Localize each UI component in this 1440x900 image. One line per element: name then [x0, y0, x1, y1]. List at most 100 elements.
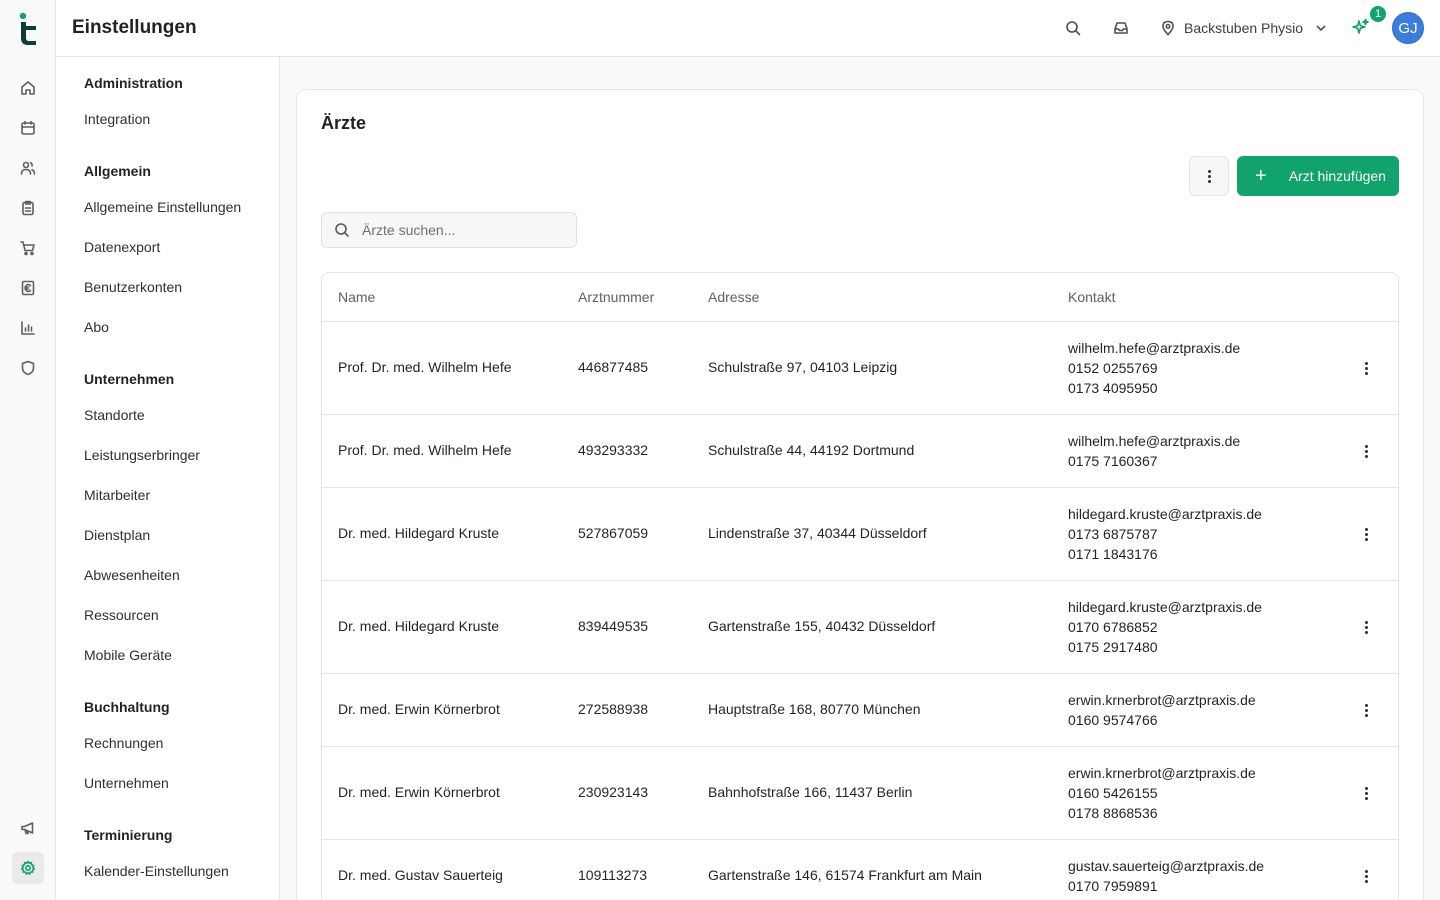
nav-item-abwesenheiten[interactable]: Abwesenheiten — [84, 567, 180, 583]
megaphone-icon[interactable] — [12, 812, 44, 844]
inbox-icon[interactable] — [1109, 16, 1133, 40]
nav-item-datenexport[interactable]: Datenexport — [84, 239, 160, 255]
nav-group-unternehmen: Unternehmen — [84, 371, 175, 387]
doctor-address: Schulstraße 97, 04103 Leipzig — [708, 359, 898, 375]
row-menu-button[interactable] — [1352, 613, 1380, 641]
doctor-name: Dr. med. Hildegard Kruste — [338, 525, 500, 541]
doctor-number: 527867059 — [578, 525, 649, 541]
doctor-number: 493293332 — [578, 442, 649, 458]
search-input[interactable] — [362, 222, 552, 238]
kebab-menu-icon — [1364, 527, 1368, 541]
top-bar: Einstellungen Backstuben Physio 1 GJ — [56, 0, 1440, 57]
nav-item-benutzerkonten[interactable]: Benutzerkonten — [84, 279, 182, 295]
doctor-name: Prof. Dr. med. Wilhelm Hefe — [338, 442, 512, 458]
contact-phone: 0152 0255769 — [1068, 360, 1158, 376]
home-icon[interactable] — [12, 72, 44, 104]
users-icon[interactable] — [12, 152, 44, 184]
more-options-button[interactable] — [1189, 156, 1229, 196]
nav-item-dienstplan[interactable]: Dienstplan — [84, 527, 150, 543]
nav-item-standorte[interactable]: Standorte — [84, 407, 145, 423]
nav-item-rechnungen[interactable]: Rechnungen — [84, 735, 163, 751]
location-name: Backstuben Physio — [1184, 20, 1304, 36]
nav-item-unternehmen[interactable]: Unternehmen — [84, 775, 169, 791]
gear-icon[interactable] — [12, 852, 44, 884]
row-menu-button[interactable] — [1352, 696, 1380, 724]
doctor-address: Hauptstraße 168, 80770 München — [708, 701, 921, 717]
table-row[interactable]: Dr. med. Gustav Sauerteig 109113273 Gart… — [322, 840, 1398, 900]
table-row[interactable]: Dr. med. Erwin Körnerbrot 230923143 Bahn… — [322, 747, 1398, 840]
nav-group-administration: Administration — [84, 75, 183, 91]
chevron-down-icon — [1316, 25, 1326, 32]
contact-phone: 0160 9574766 — [1068, 712, 1158, 728]
contact-email: hildegard.kruste@arztpraxis.de — [1068, 599, 1262, 615]
add-doctor-label: Arzt hinzufügen — [1288, 168, 1386, 184]
nav-item-leistungserbringer[interactable]: Leistungserbringer — [84, 447, 200, 463]
contact-phone: 0171 1843176 — [1068, 546, 1158, 562]
calendar-icon[interactable] — [12, 112, 44, 144]
location-selector[interactable]: Backstuben Physio — [1160, 17, 1329, 39]
chart-icon[interactable] — [12, 312, 44, 344]
doctor-address: Gartenstraße 146, 61574 Frankfurt am Mai… — [708, 867, 982, 883]
nav-item-integration[interactable]: Integration — [84, 111, 150, 127]
doctor-name: Dr. med. Hildegard Kruste — [338, 618, 500, 634]
doctor-address: Schulstraße 44, 44192 Dortmund — [708, 442, 915, 458]
kebab-menu-icon — [1364, 786, 1368, 800]
search-icon[interactable] — [1061, 16, 1085, 40]
contact-email: erwin.krnerbrot@arztpraxis.de — [1068, 765, 1256, 781]
nav-item-allgemeine-einstellungen[interactable]: Allgemeine Einstellungen — [84, 199, 241, 215]
column-header-arztnummer[interactable]: Arztnummer — [578, 289, 654, 305]
section-title: Ärzte — [321, 113, 367, 133]
icon-rail — [0, 0, 56, 900]
row-menu-button[interactable] — [1352, 520, 1380, 548]
avatar[interactable]: GJ — [1392, 12, 1424, 44]
table-row[interactable]: Dr. med. Hildegard Kruste 839449535 Gart… — [322, 581, 1398, 674]
nav-item-mobile-geraete[interactable]: Mobile Geräte — [84, 647, 172, 663]
plus-icon: + — [1255, 165, 1267, 187]
clipboard-icon[interactable] — [12, 192, 44, 224]
kebab-menu-icon — [1364, 620, 1368, 634]
add-doctor-button[interactable]: + Arzt hinzufügen — [1237, 156, 1399, 196]
nav-group-terminierung: Terminierung — [84, 827, 173, 843]
euro-icon[interactable] — [12, 272, 44, 304]
doctor-number: 109113273 — [578, 867, 648, 883]
contact-phone: 0173 6875787 — [1068, 526, 1158, 542]
settings-nav: Administration Integration Allgemein All… — [56, 57, 280, 900]
nav-item-ressourcen[interactable]: Ressourcen — [84, 607, 159, 623]
doctor-number: 230923143 — [578, 784, 649, 800]
contact-phone: 0160 5426155 — [1068, 785, 1158, 801]
sparkle-icon[interactable] — [1352, 18, 1374, 40]
table-row[interactable]: Prof. Dr. med. Wilhelm Hefe 493293332 Sc… — [322, 415, 1398, 488]
kebab-menu-icon — [1364, 444, 1368, 458]
row-menu-button[interactable] — [1352, 437, 1380, 465]
doctor-contact: wilhelm.hefe@arztpraxis.de 0152 0255769 … — [1068, 338, 1240, 398]
doctor-address: Gartenstraße 155, 40432 Düsseldorf — [708, 618, 936, 634]
doctor-name: Dr. med. Erwin Körnerbrot — [338, 784, 500, 800]
column-header-adresse[interactable]: Adresse — [708, 289, 759, 305]
doctor-contact: erwin.krnerbrot@arztpraxis.de 0160 54261… — [1068, 763, 1256, 823]
brand-logo[interactable] — [17, 12, 39, 46]
table-row[interactable]: Prof. Dr. med. Wilhelm Hefe 446877485 Sc… — [322, 322, 1398, 415]
column-header-name[interactable]: Name — [338, 289, 375, 305]
column-header-kontakt[interactable]: Kontakt — [1068, 289, 1115, 305]
contact-phone: 0170 6786852 — [1068, 619, 1158, 635]
table-row[interactable]: Dr. med. Erwin Körnerbrot 272588938 Haup… — [322, 674, 1398, 747]
contact-email: hildegard.kruste@arztpraxis.de — [1068, 506, 1262, 522]
contact-email: erwin.krnerbrot@arztpraxis.de — [1068, 692, 1256, 708]
contact-email: wilhelm.hefe@arztpraxis.de — [1068, 340, 1241, 356]
doctor-name: Prof. Dr. med. Wilhelm Hefe — [338, 359, 512, 375]
doctor-contact: gustav.sauerteig@arztpraxis.de 0170 7959… — [1068, 856, 1264, 896]
doctor-address: Lindenstraße 37, 40344 Düsseldorf — [708, 525, 927, 541]
row-menu-button[interactable] — [1352, 779, 1380, 807]
row-menu-button[interactable] — [1352, 354, 1380, 382]
table-row[interactable]: Dr. med. Hildegard Kruste 527867059 Lind… — [322, 488, 1398, 581]
map-pin-icon — [1162, 20, 1174, 36]
shield-icon[interactable] — [12, 352, 44, 384]
nav-item-kalender-einstellungen[interactable]: Kalender-Einstellungen — [84, 863, 229, 879]
row-menu-button[interactable] — [1352, 862, 1380, 890]
doctor-number: 272588938 — [578, 701, 649, 717]
search-icon — [335, 223, 350, 238]
doctors-table: Name Arztnummer Adresse Kontakt Prof. Dr… — [321, 272, 1399, 900]
cart-icon[interactable] — [12, 232, 44, 264]
nav-item-mitarbeiter[interactable]: Mitarbeiter — [84, 487, 150, 503]
nav-item-abo[interactable]: Abo — [84, 319, 109, 335]
